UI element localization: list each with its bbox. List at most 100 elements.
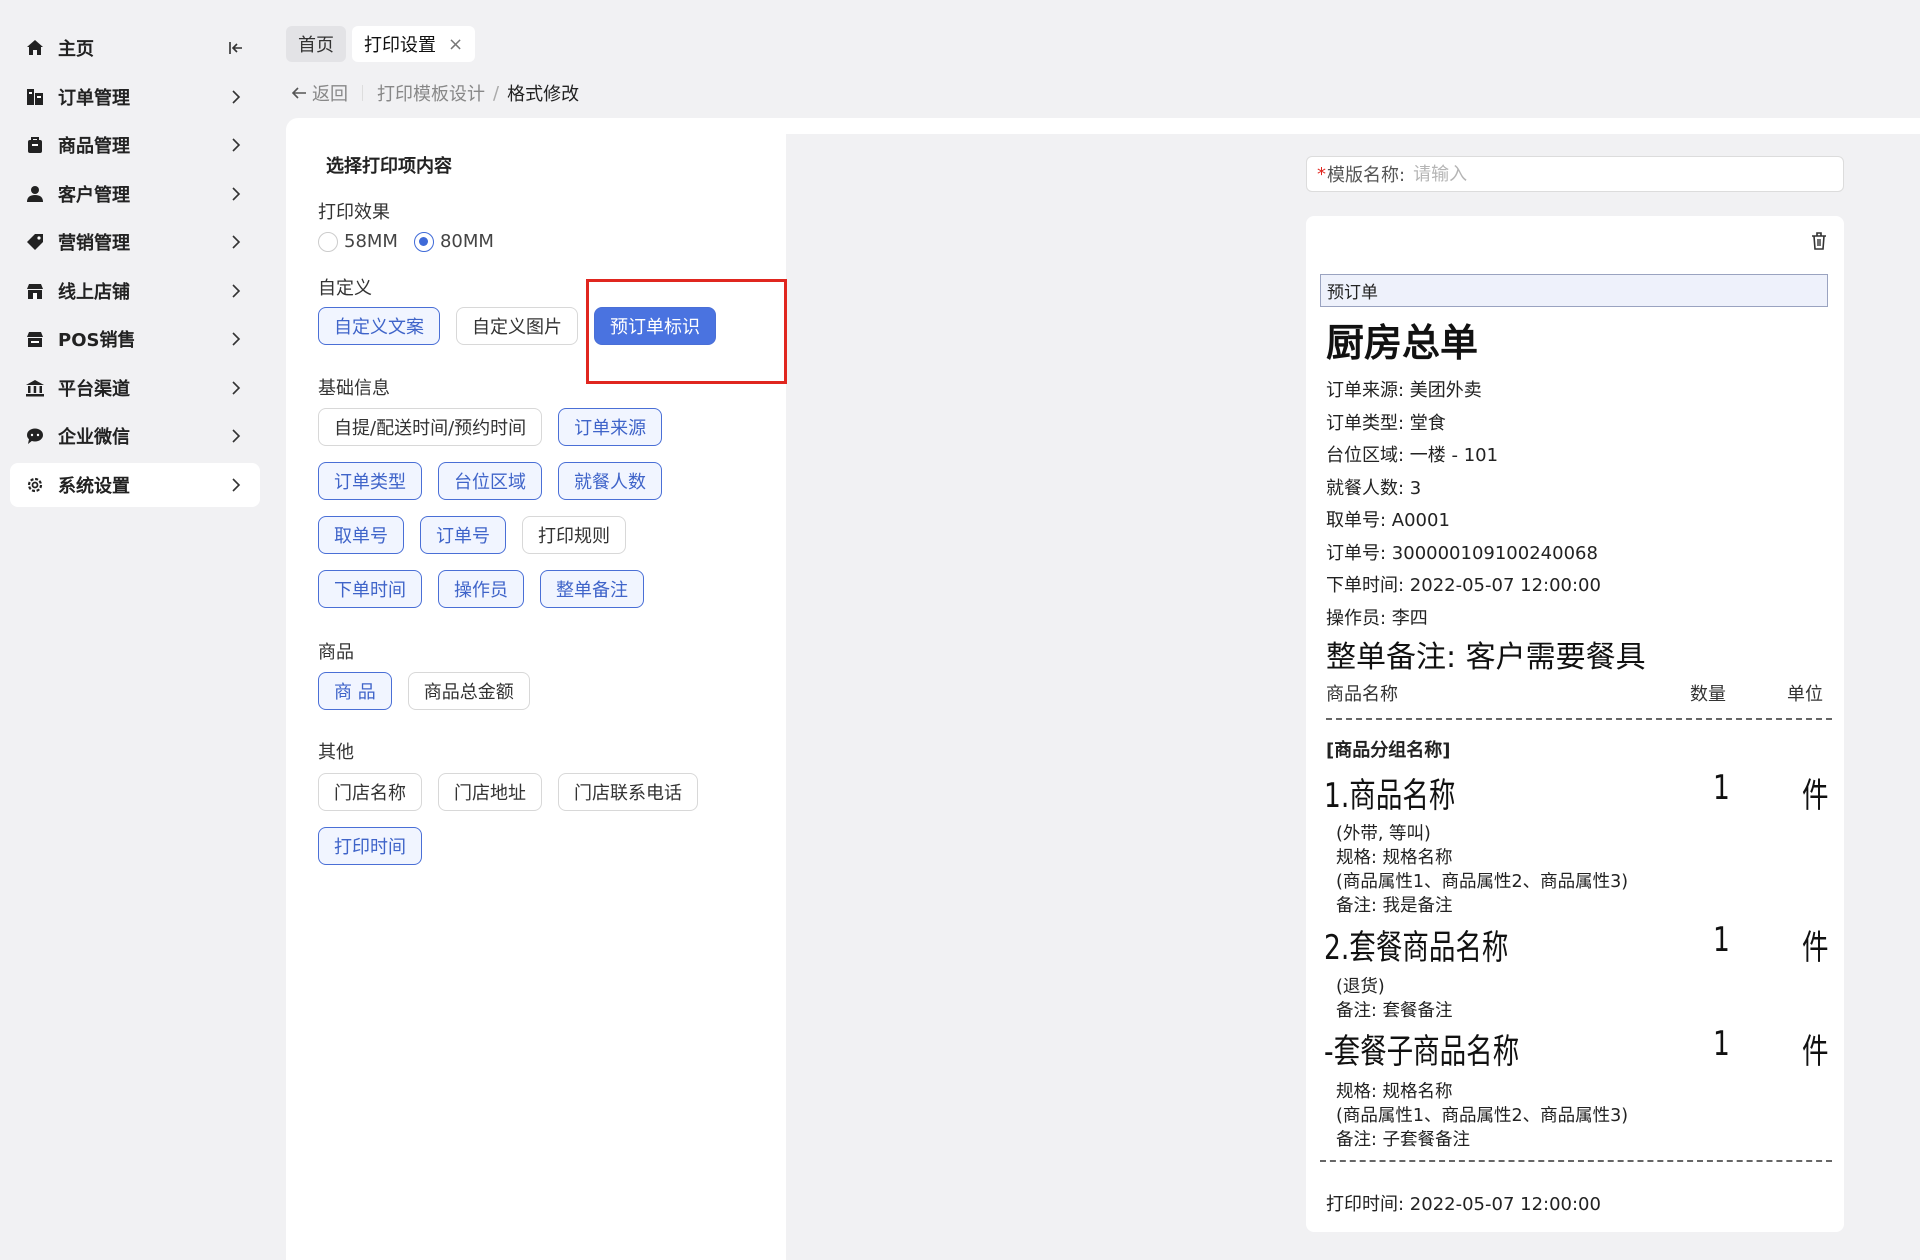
chip-custom-image[interactable]: 自定义图片 <box>456 307 578 345</box>
sidebar-item-orders[interactable]: 订单管理 <box>10 75 260 119</box>
breadcrumb-link[interactable]: 打印模板设计 <box>377 80 485 106</box>
other-section-label: 其他 <box>318 742 354 763</box>
radio-80mm[interactable]: 80MM <box>413 231 494 252</box>
other-chip-row: 打印时间 <box>318 827 422 865</box>
sidebar-item-pos[interactable]: POS销售 <box>10 317 260 361</box>
chip-custom-text[interactable]: 自定义文案 <box>318 307 440 345</box>
template-name-input[interactable] <box>1413 163 1794 185</box>
sidebar-item-marketing[interactable]: 营销管理 <box>10 220 260 264</box>
chip-order-source[interactable]: 订单来源 <box>558 408 663 446</box>
chip-goods-total[interactable]: 商品总金额 <box>407 672 530 710</box>
gear-icon <box>24 474 46 496</box>
receipt-line: 操作员: 李四 <box>1326 608 1428 629</box>
tab-home[interactable]: 首页 <box>286 26 346 62</box>
receipt-item-detail: 规格: 规格名称 <box>1336 1082 1453 1102</box>
collapse-sidebar-icon[interactable] <box>226 38 246 58</box>
receipt-preorder-tag[interactable]: 预订单 <box>1320 274 1828 307</box>
chip-order-note[interactable]: 整单备注 <box>540 570 644 608</box>
radio-circle-checked <box>413 231 434 252</box>
basic-chip-row: 下单时间 操作员 整单备注 <box>318 570 644 608</box>
breadcrumb: 返回 打印模板设计 / 格式修改 <box>290 80 579 106</box>
trash-icon[interactable] <box>1808 230 1830 252</box>
home-icon <box>24 37 46 59</box>
radio-58mm[interactable]: 58MM <box>318 231 398 252</box>
chip-order-time[interactable]: 下单时间 <box>318 570 422 608</box>
close-icon[interactable]: × <box>448 34 463 55</box>
chip-store-address[interactable]: 门店地址 <box>438 773 542 811</box>
store-icon <box>24 280 46 302</box>
sidebar-item-label: 商品管理 <box>58 136 130 157</box>
sidebar-item-wecom[interactable]: 企业微信 <box>10 414 260 458</box>
chip-print-time[interactable]: 打印时间 <box>318 827 422 865</box>
receipt-line: 就餐人数: 3 <box>1326 478 1422 499</box>
radio-label: 80MM <box>439 231 494 252</box>
receipt-item-detail: (商品属性1、商品属性2、商品属性3) <box>1336 872 1629 892</box>
sidebar-item-channels[interactable]: 平台渠道 <box>10 366 260 410</box>
receipt-item-detail: 备注: 子套餐备注 <box>1336 1130 1470 1150</box>
chip-diners[interactable]: 就餐人数 <box>558 462 662 500</box>
sidebar-item-label: POS销售 <box>58 330 136 351</box>
receipt-line: 订单来源: 美团外卖 <box>1326 380 1482 401</box>
column-header-qty: 数量 <box>1690 684 1726 705</box>
chevron-right-icon <box>232 477 241 492</box>
pos-icon <box>24 328 46 350</box>
required-mark: * <box>1317 163 1326 185</box>
print-effect-label: 打印效果 <box>318 202 390 223</box>
customer-icon <box>24 183 46 205</box>
chevron-right-icon <box>232 332 241 346</box>
chevron-right-icon <box>232 429 241 443</box>
receipt-item-unit: 件 <box>1802 776 1829 816</box>
print-effect-radio-group: 58MM 80MM <box>318 231 510 252</box>
receipt-item-qty: 1 <box>1713 768 1730 808</box>
receipt-item-unit: 件 <box>1802 1032 1829 1072</box>
receipt-line: 下单时间: 2022-05-07 12:00:00 <box>1326 575 1601 596</box>
tab-print-settings[interactable]: 打印设置 × <box>352 26 476 62</box>
chip-print-rules[interactable]: 打印规则 <box>522 516 626 554</box>
sidebar-item-label: 主页 <box>58 39 94 60</box>
goods-section-label: 商品 <box>318 642 354 663</box>
receipt-title: 厨房总单 <box>1326 321 1479 365</box>
receipt-order-note: 整单备注: 客户需要餐具 <box>1326 640 1646 675</box>
receipt-item-detail: (退货) <box>1336 977 1385 997</box>
panel-title: 选择打印项内容 <box>326 156 452 177</box>
receipt-group-name: [商品分组名称] <box>1326 740 1451 761</box>
breadcrumb-separator: / <box>493 82 500 104</box>
chip-operator[interactable]: 操作员 <box>438 570 524 608</box>
chip-table-area[interactable]: 台位区域 <box>438 462 542 500</box>
back-button[interactable]: 返回 <box>290 80 348 106</box>
chip-pickup-number[interactable]: 取单号 <box>318 516 404 554</box>
chevron-right-icon <box>232 380 241 395</box>
column-header-name: 商品名称 <box>1326 684 1398 705</box>
basic-info-label: 基础信息 <box>318 378 390 399</box>
receipt-item-name: -套餐子商品名称 <box>1324 1032 1520 1072</box>
breadcrumb-current: 格式修改 <box>507 84 580 105</box>
dashed-divider <box>1326 718 1832 720</box>
sidebar-item-customers[interactable]: 客户管理 <box>10 172 260 216</box>
chip-goods[interactable]: 商 品 <box>318 672 392 710</box>
sidebar-item-home[interactable]: 主页 <box>10 26 260 70</box>
sidebar-item-products[interactable]: 商品管理 <box>10 123 260 167</box>
sidebar-item-online-store[interactable]: 线上店铺 <box>10 269 260 313</box>
chip-store-name[interactable]: 门店名称 <box>318 773 422 811</box>
receipt-line: 取单号: A0001 <box>1326 510 1450 531</box>
product-icon <box>24 134 46 156</box>
chat-icon <box>24 425 46 447</box>
order-icon <box>24 86 46 108</box>
receipt-line: 订单类型: 堂食 <box>1326 413 1446 434</box>
chip-store-phone[interactable]: 门店联系电话 <box>558 773 698 811</box>
goods-chip-row: 商 品 商品总金额 <box>318 672 530 710</box>
tab-label: 首页 <box>298 35 334 56</box>
sidebar-item-settings[interactable]: 系统设置 <box>10 462 260 507</box>
chip-order-number[interactable]: 订单号 <box>420 516 506 554</box>
radio-label: 58MM <box>344 231 398 252</box>
arrow-left-icon <box>291 87 306 99</box>
chevron-right-icon <box>232 186 241 201</box>
annotation-highlight-box <box>586 279 787 384</box>
receipt-preview: 预订单 厨房总单 订单来源: 美团外卖 订单类型: 堂食 台位区域: 一楼 - … <box>1306 216 1844 1232</box>
chip-order-type[interactable]: 订单类型 <box>318 462 422 500</box>
chip-pickup-time[interactable]: 自提/配送时间/预约时间 <box>318 408 543 446</box>
sidebar-item-label: 客户管理 <box>58 184 130 206</box>
radio-circle <box>318 231 338 252</box>
chevron-right-icon <box>232 283 241 298</box>
chevron-right-icon <box>232 89 241 104</box>
